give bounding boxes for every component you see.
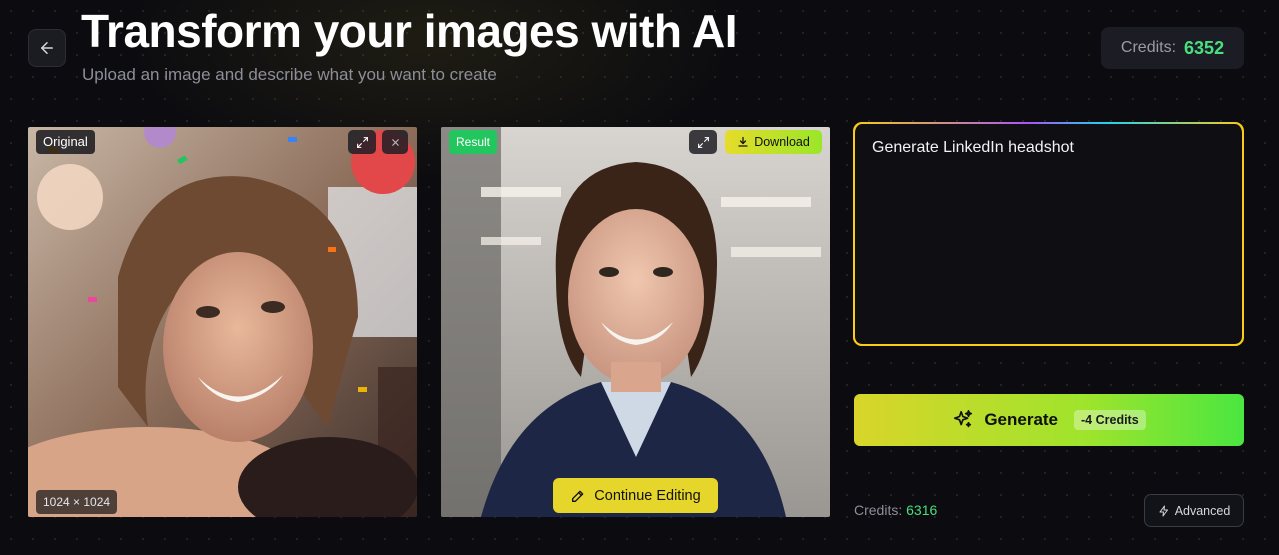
download-icon bbox=[738, 136, 748, 147]
credits-label: Credits: bbox=[1120, 39, 1177, 56]
arrow-left-icon bbox=[41, 42, 53, 54]
advanced-button[interactable]: Advanced bbox=[1144, 494, 1244, 527]
back-button[interactable] bbox=[28, 29, 66, 67]
result-photo bbox=[441, 127, 830, 517]
pencil-icon bbox=[572, 490, 584, 502]
original-photo bbox=[28, 127, 417, 517]
generate-button[interactable]: Generate -4 Credits bbox=[854, 394, 1244, 446]
expand-icon bbox=[356, 136, 368, 148]
remaining-credits-label: Credits: bbox=[854, 502, 903, 518]
advanced-label: Advanced bbox=[1174, 503, 1231, 518]
continue-editing-button[interactable]: Continue Editing bbox=[553, 478, 718, 513]
original-label: Original bbox=[36, 130, 95, 154]
prompt-container: Generate LinkedIn headshot bbox=[853, 122, 1244, 346]
prompt-input[interactable]: Generate LinkedIn headshot bbox=[855, 124, 1242, 344]
remaining-credits: Credits: 6316 bbox=[854, 502, 937, 518]
generate-label: Generate bbox=[984, 410, 1059, 429]
expand-result-button[interactable] bbox=[689, 130, 717, 154]
expand-original-button[interactable] bbox=[348, 130, 376, 154]
credits-display: Credits: 6352 bbox=[1101, 27, 1244, 69]
download-button[interactable]: Download bbox=[725, 130, 822, 154]
bolt-icon bbox=[1159, 505, 1168, 516]
close-icon bbox=[391, 138, 399, 146]
credit-cost-badge: -4 Credits bbox=[1074, 410, 1146, 430]
continue-editing-label: Continue Editing bbox=[594, 487, 701, 504]
remaining-credits-value: 6316 bbox=[906, 502, 938, 518]
result-label: Result bbox=[449, 130, 498, 154]
expand-icon bbox=[697, 136, 709, 148]
page-subtitle: Upload an image and describe what you wa… bbox=[82, 65, 497, 84]
original-image-panel: Original 1024 × 1024 bbox=[28, 127, 417, 517]
download-label: Download bbox=[754, 135, 810, 149]
remove-image-button[interactable] bbox=[382, 130, 408, 154]
result-image-panel: Result Download Continue Editing bbox=[441, 127, 830, 517]
sparkles-icon bbox=[954, 410, 973, 428]
image-dimensions: 1024 × 1024 bbox=[36, 490, 118, 514]
page-title: Transform your images with AI bbox=[81, 5, 738, 57]
credits-value: 6352 bbox=[1184, 37, 1225, 58]
